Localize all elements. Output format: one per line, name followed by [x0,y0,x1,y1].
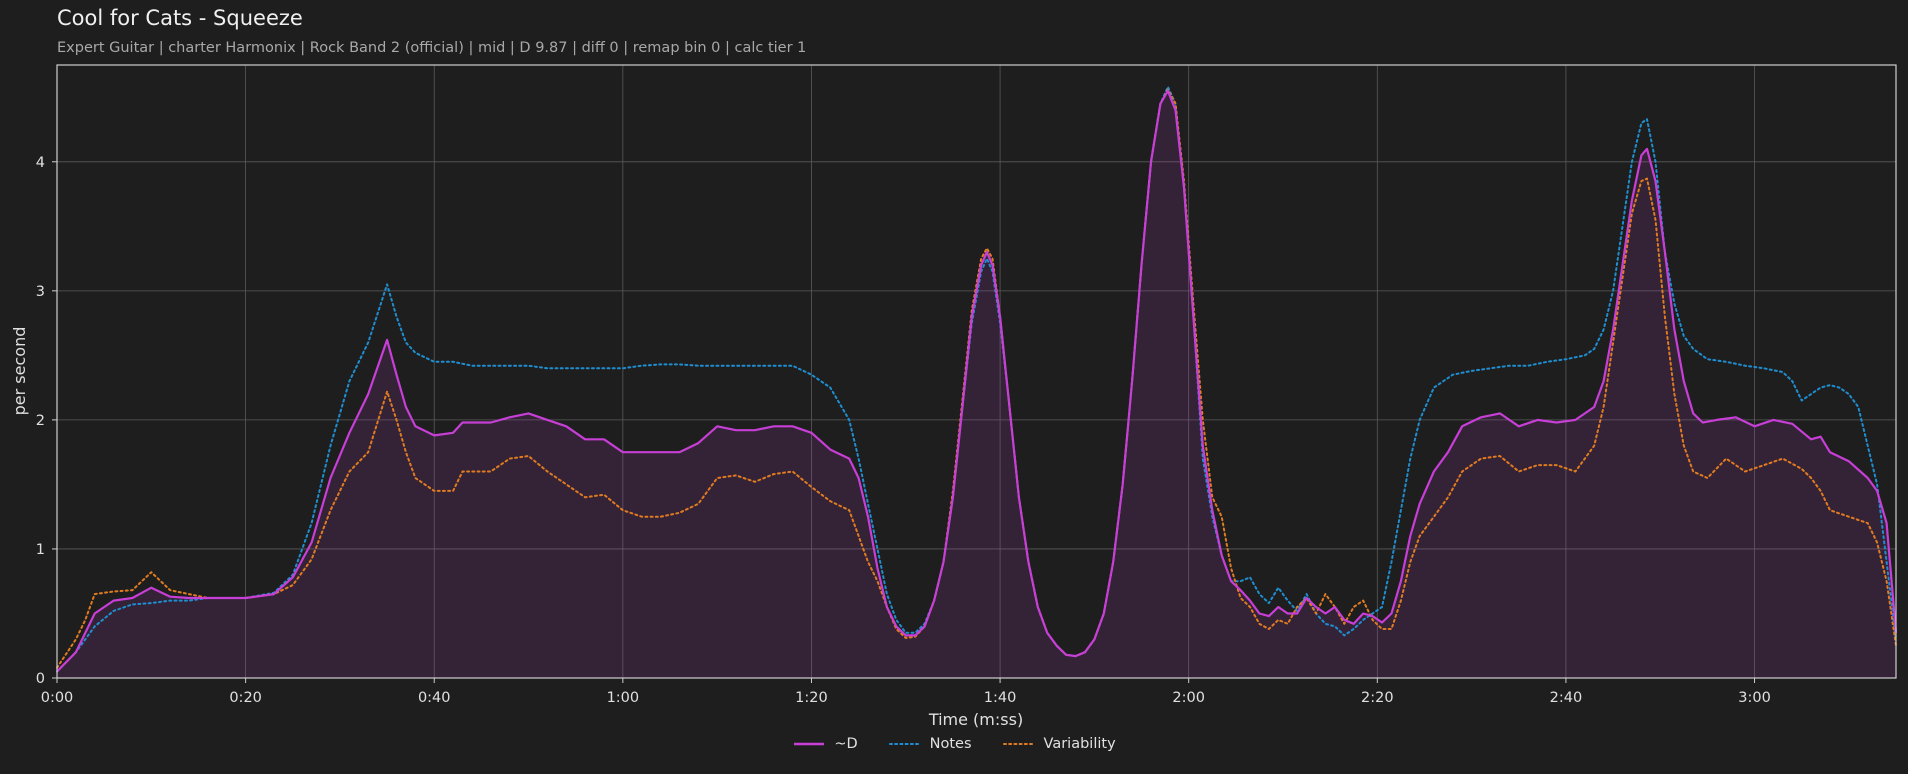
legend-label: Variability [1043,736,1116,752]
y-tick-label: 4 [36,155,45,171]
chart-canvas: 0:00 0:20 0:40 1:00 1:20 1:40 2:00 2:20 2:40 3:00… [10,64,1898,729]
legend-item-2: Variability [1002,736,1116,752]
legend-item-1: Notes [888,736,972,752]
y-tick-label: 0 [36,671,45,687]
y-tick-label: 1 [36,542,45,558]
legend-swatch [1002,743,1035,745]
x-tick-label: 3:00 [1738,690,1771,706]
legend-label: Notes [929,736,972,752]
y-axis-label: per second [10,327,29,416]
y-tick-label: 2 [36,413,45,429]
x-tick-label: 0:40 [418,690,451,706]
x-tick-label: 2:20 [1361,690,1394,706]
legend-label: ~D [834,736,858,752]
x-axis-label: Time (m:ss) [928,710,1023,729]
x-tick-label: 0:20 [229,690,262,706]
series-fill-0 [57,90,1896,679]
x-tick-label: 2:40 [1550,690,1583,706]
legend-item-0: ~D [792,736,858,752]
legend-swatch [794,742,825,746]
x-tick-label: 1:20 [795,690,828,706]
x-tick-label: 1:40 [984,690,1017,706]
legend-swatch [888,743,921,745]
y-tick-label: 3 [36,284,45,300]
x-tick-label: 0:00 [41,690,74,706]
x-tick-label: 2:00 [1172,690,1205,706]
legend: ~D Notes Variability [0,736,1908,752]
x-tick-label: 1:00 [607,690,640,706]
fill-layer [57,90,1896,679]
